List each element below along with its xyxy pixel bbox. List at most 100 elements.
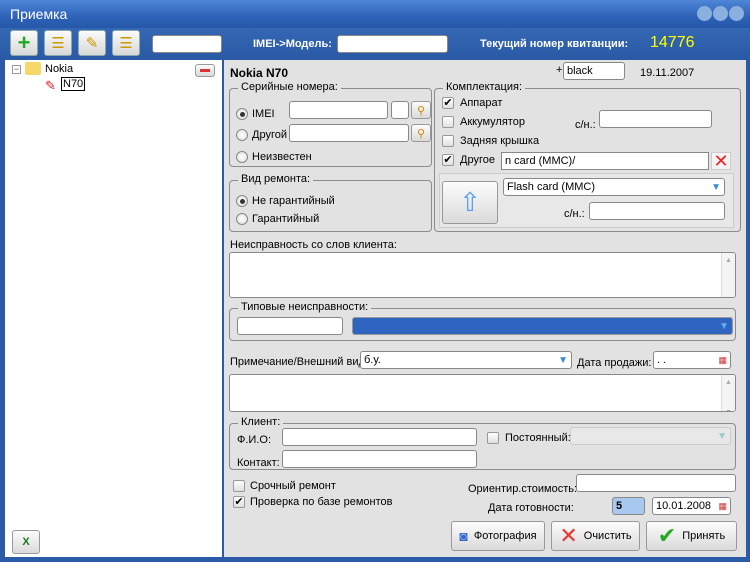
- dropdown-icon: ▼: [711, 182, 721, 193]
- kit-sn-input[interactable]: [589, 202, 725, 220]
- calendar-icon[interactable]: ▦: [718, 499, 727, 513]
- regular-client-select[interactable]: ▼: [570, 427, 731, 445]
- imei-input[interactable]: [289, 101, 388, 119]
- other-serial-label: Другой: [252, 129, 287, 141]
- imei-search-button[interactable]: ⚲: [411, 101, 431, 119]
- other-serial-radio[interactable]: [236, 129, 248, 141]
- color-input[interactable]: black: [563, 62, 625, 80]
- device-date: 19.11.2007: [640, 67, 695, 79]
- sale-date-input[interactable]: . . ▦: [653, 351, 731, 369]
- regular-client-checkbox[interactable]: [487, 432, 499, 444]
- device-checkbox[interactable]: ✔: [442, 97, 454, 109]
- photo-label: Фотография: [473, 530, 537, 542]
- ready-date-value: 10.01.2008: [656, 500, 712, 512]
- minimize-icon[interactable]: [697, 6, 712, 21]
- clear-button[interactable]: ✕ Очистить: [551, 521, 640, 551]
- ready-date-label: Дата готовности:: [488, 502, 574, 514]
- kit-legend: Комплектация:: [443, 81, 526, 93]
- typical-faults-group: Типовые неисправности: ▼: [229, 301, 736, 341]
- cost-label: Ориентир.стоимость:: [468, 483, 578, 495]
- complaint-label: Неисправность со слов клиента:: [230, 239, 397, 251]
- device-title: Nokia N70: [230, 66, 289, 80]
- excel-export-button[interactable]: X: [12, 530, 40, 554]
- dropdown-icon: ▼: [558, 355, 568, 366]
- tree-node-nokia[interactable]: Nokia: [45, 63, 73, 75]
- minus-icon: [200, 69, 210, 72]
- complaint-textarea[interactable]: ▲▼: [229, 252, 736, 298]
- title-bar: Приемка: [0, 0, 750, 28]
- ready-date-input[interactable]: 10.01.2008 ▦: [652, 497, 731, 515]
- kit-sn-label: с/н.:: [564, 208, 585, 220]
- sale-date-label: Дата продажи:: [577, 357, 652, 369]
- typical-faults-legend: Типовые неисправности:: [238, 301, 372, 313]
- remove-button[interactable]: [195, 64, 215, 77]
- collapse-icon[interactable]: −: [12, 65, 21, 74]
- device-kit-label: Аппарат: [460, 97, 503, 109]
- battery-checkbox[interactable]: [442, 116, 454, 128]
- contact-input[interactable]: [282, 450, 477, 468]
- other-kit-label: Другое: [460, 154, 495, 166]
- urgent-checkbox[interactable]: [233, 480, 245, 492]
- cost-input[interactable]: [576, 474, 736, 492]
- non-warranty-radio[interactable]: [236, 195, 248, 207]
- tree-node-n70[interactable]: N70: [61, 77, 86, 91]
- back-cover-label: Задняя крышка: [460, 135, 540, 147]
- note-value: б.у.: [364, 354, 381, 366]
- move-up-button[interactable]: ⇧: [442, 181, 498, 224]
- other-kit-input[interactable]: n card (MMC)/: [501, 152, 709, 170]
- add-child-button[interactable]: ☰: [44, 30, 72, 56]
- client-legend: Клиент:: [238, 416, 284, 428]
- add-button[interactable]: +: [10, 30, 38, 56]
- kit-select-value: Flash card (MMC): [507, 181, 596, 193]
- unknown-serial-radio[interactable]: [236, 151, 248, 163]
- other-kit-checkbox[interactable]: ✔: [442, 154, 454, 166]
- kit-select[interactable]: Flash card (MMC) ▼: [503, 178, 725, 196]
- kit-group: Комплектация: ✔ Аппарат Аккумулятор с/н.…: [434, 81, 741, 232]
- edit-button[interactable]: ✎: [78, 30, 106, 56]
- typical-fault-code-input[interactable]: [237, 317, 343, 335]
- check-db-checkbox[interactable]: ✔: [233, 496, 245, 508]
- other-serial-input[interactable]: [289, 124, 409, 142]
- clear-other-button[interactable]: ✕: [711, 152, 731, 170]
- imei-radio[interactable]: [236, 108, 248, 120]
- complaint-scrollbar[interactable]: ▲▼: [721, 253, 735, 297]
- warranty-radio[interactable]: [236, 213, 248, 225]
- typical-fault-select[interactable]: ▼: [352, 317, 733, 335]
- fio-input[interactable]: [282, 428, 477, 446]
- warranty-label: Гарантийный: [252, 213, 320, 225]
- back-cover-checkbox[interactable]: [442, 135, 454, 147]
- folder-icon: [25, 62, 41, 75]
- maximize-icon[interactable]: [713, 6, 728, 21]
- search-input[interactable]: [152, 35, 222, 53]
- wrench-icon: ✎: [45, 78, 56, 93]
- client-group: Клиент: Ф.И.О: Постоянный: ▼ Контакт:: [229, 416, 736, 470]
- x-icon: ✕: [559, 523, 578, 548]
- battery-sn-input[interactable]: [599, 110, 712, 128]
- repair-type-legend: Вид ремонта:: [238, 173, 314, 185]
- device-tree-panel: − Nokia ✎ N70 X: [5, 60, 222, 557]
- clear-label: Очистить: [583, 530, 632, 542]
- kit-picker-area: ⇧ Flash card (MMC) ▼ с/н.:: [439, 173, 734, 228]
- fio-label: Ф.И.О:: [237, 434, 271, 446]
- unknown-serial-label: Неизвестен: [252, 151, 312, 163]
- checkmark-icon: ✔: [657, 523, 677, 548]
- photo-button[interactable]: ◙ Фотография: [451, 521, 545, 551]
- ready-days-input[interactable]: 5: [612, 497, 645, 515]
- accept-button[interactable]: ✔ Принять: [646, 521, 737, 551]
- close-icon[interactable]: [729, 6, 744, 21]
- calendar-icon[interactable]: ▦: [718, 353, 727, 367]
- imei-model-label: IMEI->Модель:: [253, 38, 332, 50]
- note-textarea[interactable]: ▲▼: [229, 374, 736, 412]
- note-scrollbar[interactable]: ▲▼: [721, 375, 735, 411]
- note-select[interactable]: б.у. ▼: [360, 351, 572, 369]
- contact-label: Контакт:: [237, 457, 280, 469]
- imei-model-input[interactable]: [337, 35, 448, 53]
- imei-check-input[interactable]: [391, 101, 409, 119]
- receipt-number: 14776: [650, 34, 695, 51]
- non-warranty-label: Не гарантийный: [252, 195, 335, 207]
- receipt-form: Nokia N70 + black 19.11.2007 Серийные но…: [224, 60, 746, 557]
- delete-node-button[interactable]: ☰: [112, 30, 140, 56]
- serials-legend: Серийные номера:: [238, 81, 341, 93]
- imei-label: IMEI: [252, 108, 275, 120]
- other-search-button[interactable]: ⚲: [411, 124, 431, 142]
